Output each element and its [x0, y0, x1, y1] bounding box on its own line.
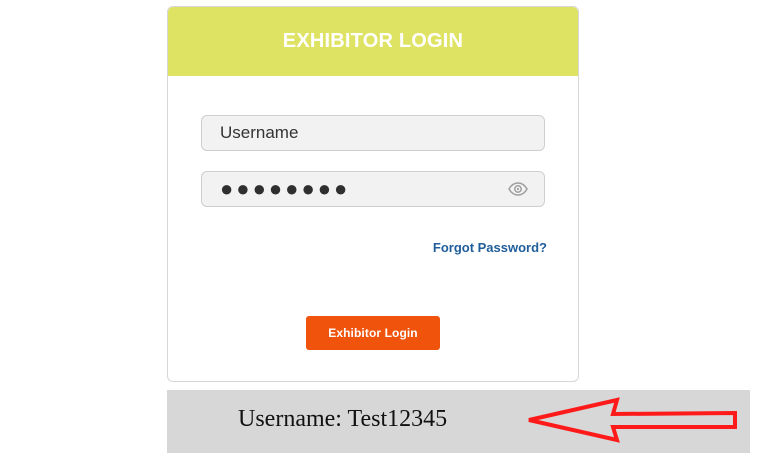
login-card: EXHIBITOR LOGIN Username ●●●●●●●● Forgot… [167, 6, 579, 382]
exhibitor-login-button[interactable]: Exhibitor Login [306, 316, 440, 350]
password-value: ●●●●●●●● [220, 176, 351, 201]
login-title: EXHIBITOR LOGIN [282, 30, 464, 52]
eye-icon[interactable] [506, 181, 530, 197]
username-hint-text: Username: Test12345 [238, 406, 448, 432]
login-header: EXHIBITOR LOGIN [168, 7, 578, 76]
username-field[interactable]: Username [201, 115, 545, 151]
password-field[interactable]: ●●●●●●●● [201, 171, 545, 207]
credential-note-strip: Username: Test12345 [167, 390, 750, 453]
username-value: Username [220, 123, 299, 142]
left-arrow-callout-icon [528, 397, 737, 443]
forgot-password-link[interactable]: Forgot Password? [433, 240, 547, 255]
